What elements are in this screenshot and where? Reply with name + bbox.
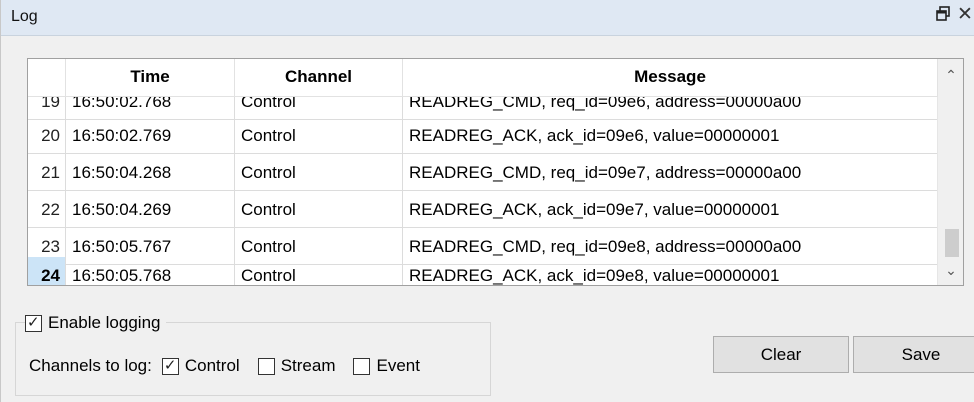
channel-control-checkbox[interactable]: ✓ Control: [161, 356, 240, 376]
log-table[interactable]: 19 16:50:02.768 Control READREG_CMD, req…: [27, 58, 964, 286]
row-number: 24: [28, 257, 66, 285]
save-button[interactable]: Save: [853, 336, 974, 373]
channel-event-checkbox[interactable]: Event: [353, 356, 420, 376]
restore-window-icon[interactable]: [935, 6, 951, 22]
channel-cell: Control: [235, 117, 403, 154]
channels-row: Channels to log: ✓ Control Stream Event: [29, 356, 438, 376]
time-cell: 16:50:04.268: [66, 154, 235, 191]
log-window: Log ✕ 19 16:50:02.768 Control READREG_CM…: [0, 0, 974, 402]
table-row[interactable]: 22 16:50:04.269 Control READREG_ACK, ack…: [28, 191, 938, 228]
column-header-time[interactable]: Time: [66, 59, 235, 97]
title-bar: Log ✕: [1, 0, 974, 36]
channel-stream-checkbox[interactable]: Stream: [257, 356, 336, 376]
checkmark-icon: ✓: [163, 356, 177, 374]
column-header-message[interactable]: Message: [403, 59, 938, 97]
enable-logging-box[interactable]: ✓: [25, 313, 42, 332]
enable-logging-label: Enable logging: [48, 313, 161, 332]
row-number: 22: [28, 191, 66, 228]
channel-event-box[interactable]: [353, 357, 371, 375]
message-cell: READREG_CMD, req_id=09e7, address=00000a…: [403, 154, 938, 191]
table-row-selected[interactable]: 24 16:50:05.768 Control READREG_ACK, ack…: [28, 257, 938, 285]
time-cell: 16:50:02.769: [66, 117, 235, 154]
window-title: Log: [11, 8, 38, 25]
scroll-up-icon[interactable]: ⌃: [938, 67, 963, 84]
message-cell: READREG_ACK, ack_id=09e6, value=00000001: [403, 117, 938, 154]
channel-control-label: Control: [184, 356, 240, 375]
row-number: 21: [28, 154, 66, 191]
channel-control-box[interactable]: ✓: [161, 356, 179, 375]
channel-event-label: Event: [376, 356, 420, 375]
row-number: 20: [28, 117, 66, 154]
channel-stream-box[interactable]: [257, 357, 275, 375]
channel-cell: Control: [235, 191, 403, 228]
close-icon[interactable]: ✕: [957, 3, 973, 26]
table-header: Time Channel Message: [28, 59, 938, 97]
channels-label: Channels to log:: [29, 356, 152, 375]
clear-button[interactable]: Clear: [713, 336, 849, 373]
scroll-thumb[interactable]: [945, 229, 959, 257]
column-header-index[interactable]: [28, 59, 66, 97]
table-row[interactable]: 21 16:50:04.268 Control READREG_CMD, req…: [28, 154, 938, 191]
time-cell: 16:50:04.269: [66, 191, 235, 228]
column-header-channel[interactable]: Channel: [235, 59, 403, 97]
checkmark-icon: ✓: [27, 313, 40, 331]
channel-stream-label: Stream: [280, 356, 336, 375]
vertical-scrollbar[interactable]: ⌃ ⌄: [937, 59, 963, 285]
table-row[interactable]: 20 16:50:02.769 Control READREG_ACK, ack…: [28, 117, 938, 154]
channel-cell: Control: [235, 257, 403, 285]
scroll-down-icon[interactable]: ⌄: [938, 262, 963, 279]
enable-logging-checkbox[interactable]: ✓ Enable logging: [25, 313, 167, 333]
message-cell: READREG_ACK, ack_id=09e7, value=00000001: [403, 191, 938, 228]
channel-cell: Control: [235, 154, 403, 191]
message-cell: READREG_ACK, ack_id=09e8, value=00000001: [403, 257, 938, 285]
time-cell: 16:50:05.768: [66, 257, 235, 285]
